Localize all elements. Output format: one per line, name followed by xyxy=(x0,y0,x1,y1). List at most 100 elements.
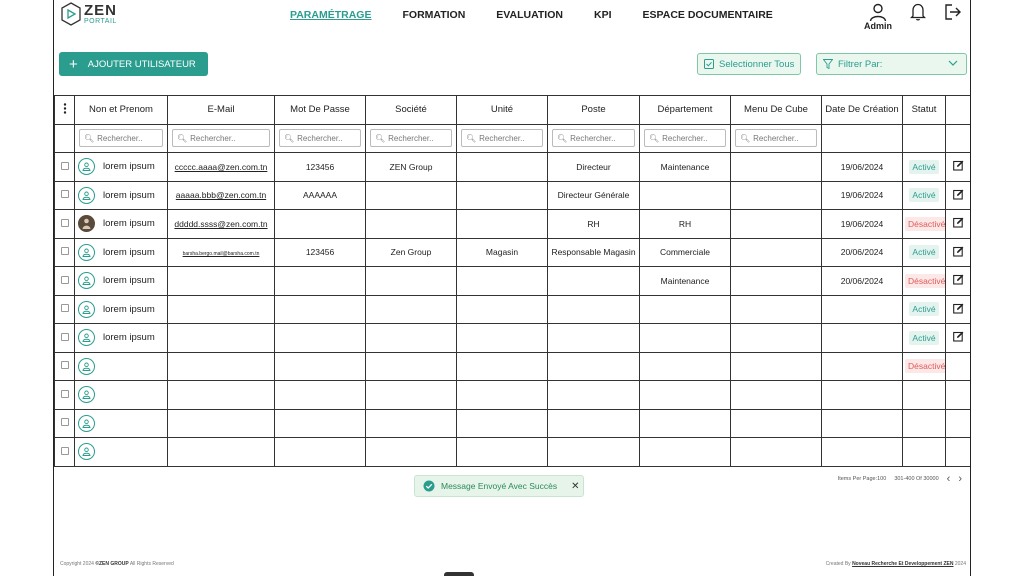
checkbox-icon xyxy=(704,59,714,69)
user-email[interactable]: barsha.bergo.mail@barsha.com.tn xyxy=(183,251,260,257)
edit-icon[interactable] xyxy=(952,189,964,200)
search-input-name[interactable]: 🔍︎ Rechercher.. xyxy=(79,129,163,148)
top-navbar: ZEN PORTAIL PARAMÉTRAGE FORMATION EVALUA… xyxy=(54,0,970,36)
user-departement xyxy=(639,180,731,210)
user-unite xyxy=(456,437,548,467)
user-societe xyxy=(365,323,457,353)
avatar xyxy=(78,443,95,461)
success-toast: Message Envoyé Avec Succès ✕ xyxy=(414,475,584,497)
more-vertical-icon xyxy=(63,103,66,114)
row-checkbox[interactable] xyxy=(60,161,69,170)
search-input-menu[interactable]: 🔍︎ Rechercher.. xyxy=(735,129,817,148)
edit-icon[interactable] xyxy=(952,274,964,285)
header-date-creation[interactable]: Date De Création xyxy=(821,95,903,125)
avatar xyxy=(78,158,95,176)
user-date-creation: 19/06/2024 xyxy=(821,180,903,210)
avatar xyxy=(78,215,95,233)
status-badge[interactable]: Activé xyxy=(909,302,939,317)
search-input-departement[interactable]: 🔍︎ Rechercher.. xyxy=(644,129,726,148)
status-badge[interactable]: Activé xyxy=(909,330,939,345)
row-checkbox[interactable] xyxy=(60,332,69,341)
search-icon: 🔍︎ xyxy=(649,133,660,143)
add-user-button[interactable]: + AJOUTER UTILISATEUR xyxy=(59,52,208,76)
user-password xyxy=(274,380,366,410)
user-unite xyxy=(456,209,548,239)
header-password[interactable]: Mot De Passe xyxy=(274,95,366,125)
header-societe[interactable]: Société xyxy=(365,95,457,125)
user-email[interactable]: aaaaa.bbb@zen.com.tn xyxy=(176,190,266,200)
status-badge[interactable]: Désactivé xyxy=(905,359,945,374)
header-departement[interactable]: Département xyxy=(639,95,731,125)
next-page-button[interactable]: › xyxy=(958,473,962,485)
user-societe xyxy=(365,437,457,467)
nav-formation[interactable]: FORMATION xyxy=(402,9,465,21)
edit-icon[interactable] xyxy=(952,217,964,228)
row-checkbox[interactable] xyxy=(60,275,69,284)
header-statut[interactable]: Statut xyxy=(902,95,946,125)
nav-kpi[interactable]: KPI xyxy=(594,9,612,21)
search-input-password[interactable]: 🔍︎ Rechercher.. xyxy=(279,129,361,148)
user-poste xyxy=(547,408,640,438)
logo-mark-icon xyxy=(61,2,81,26)
status-badge[interactable]: Activé xyxy=(909,159,939,174)
header-name[interactable]: Non et Prenom xyxy=(74,95,168,125)
header-email[interactable]: E-Mail xyxy=(167,95,275,125)
admin-menu[interactable]: Admin xyxy=(864,3,892,31)
user-unite xyxy=(456,351,548,381)
status-badge[interactable]: Désactivé xyxy=(905,216,945,231)
items-per-page[interactable]: Items Per Page:100 xyxy=(838,476,887,482)
header-unite[interactable]: Unité xyxy=(456,95,548,125)
chevron-down-icon xyxy=(948,60,958,66)
user-email[interactable]: ddddd.ssss@zen.com.tn xyxy=(174,219,267,229)
nav-evaluation[interactable]: EVALUATION xyxy=(496,9,563,21)
avatar xyxy=(78,329,95,347)
search-icon: 🔍︎ xyxy=(177,133,188,143)
table-row: lorem ipsum ddddd.ssss@zen.com.tn RH RH 19/0… xyxy=(54,209,970,239)
nav-parametrage[interactable]: PARAMÉTRAGE xyxy=(290,9,371,21)
user-menu-cube xyxy=(730,180,822,210)
user-societe xyxy=(365,408,457,438)
status-badge[interactable]: Activé xyxy=(909,245,939,260)
edit-icon[interactable] xyxy=(952,246,964,257)
row-checkbox[interactable] xyxy=(60,389,69,398)
row-checkbox[interactable] xyxy=(60,418,69,427)
table-row: lorem ipsum aaaaa.bbb@zen.com.tn AAAAAA Dir… xyxy=(54,180,970,210)
row-checkbox[interactable] xyxy=(60,304,69,313)
prev-page-button[interactable]: ‹ xyxy=(947,473,951,485)
search-input-email[interactable]: 🔍︎ Rechercher.. xyxy=(172,129,270,148)
user-unite xyxy=(456,266,548,296)
user-date-creation xyxy=(821,323,903,353)
search-input-unite[interactable]: 🔍︎ Rechercher.. xyxy=(461,129,543,148)
user-password xyxy=(274,323,366,353)
user-poste xyxy=(547,294,640,324)
header-poste[interactable]: Poste xyxy=(547,95,640,125)
search-input-poste[interactable]: 🔍︎ Rechercher.. xyxy=(552,129,635,148)
user-email[interactable]: ccccc.aaaa@zen.com.tn xyxy=(175,162,268,172)
header-menu-cube[interactable]: Menu De Cube xyxy=(730,95,822,125)
search-icon: 🔍︎ xyxy=(557,133,568,143)
logo[interactable]: ZEN PORTAIL xyxy=(60,2,117,26)
user-menu-cube xyxy=(730,209,822,239)
user-password xyxy=(274,437,366,467)
row-checkbox[interactable] xyxy=(60,446,69,455)
search-input-societe[interactable]: 🔍︎ Rechercher.. xyxy=(370,129,452,148)
table-row: lorem ipsum Maintenance 20/06/2024 Désactiv… xyxy=(54,266,970,296)
column-menu[interactable] xyxy=(54,95,75,125)
toast-close-button[interactable]: ✕ xyxy=(571,481,579,492)
table-row xyxy=(54,380,970,410)
status-badge[interactable]: Désactivé xyxy=(905,273,945,288)
row-checkbox[interactable] xyxy=(60,218,69,227)
row-checkbox[interactable] xyxy=(60,247,69,256)
nav-espace-documentaire[interactable]: ESPACE DOCUMENTAIRE xyxy=(643,9,773,21)
logout-icon[interactable] xyxy=(944,3,962,21)
table-row: lorem ipsum Activé xyxy=(54,323,970,353)
edit-icon[interactable] xyxy=(952,331,964,342)
edit-icon[interactable] xyxy=(952,160,964,171)
row-checkbox[interactable] xyxy=(60,190,69,199)
filter-select[interactable]: Filtrer Par: xyxy=(816,53,967,75)
select-all-button[interactable]: Selectionner Tous xyxy=(697,53,801,75)
status-badge[interactable]: Activé xyxy=(909,188,939,203)
row-checkbox[interactable] xyxy=(60,361,69,370)
bell-icon[interactable] xyxy=(910,3,926,21)
edit-icon[interactable] xyxy=(952,303,964,314)
